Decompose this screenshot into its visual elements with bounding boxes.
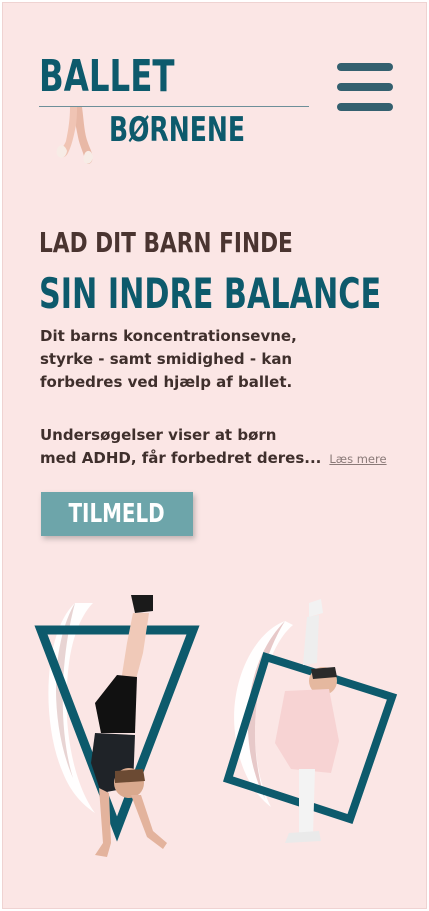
paragraph-line: Dit barns koncentrationsevne, — [40, 327, 297, 345]
logo-text-top: BALLET — [39, 51, 175, 102]
ballet-shoes-icon — [56, 107, 93, 164]
signup-button[interactable]: TILMELD — [41, 492, 193, 536]
read-more-link[interactable]: Læs mere — [329, 452, 386, 466]
logo[interactable]: BALLET BØRNENE — [39, 55, 319, 165]
paragraph-line: Undersøgelser viser at børn — [40, 426, 277, 444]
logo-text-bottom: BØRNENE — [109, 110, 246, 150]
menu-bar — [337, 63, 393, 71]
page: BALLET BØRNENE LAD DIT BARN FINDE SIN IN… — [2, 2, 427, 909]
menu-bar — [337, 103, 393, 111]
paragraph-line: forbedres ved hjælp af ballet. — [40, 373, 293, 391]
illustrations — [34, 595, 398, 857]
paragraph-line: med ADHD, får forbedret deres... — [40, 449, 322, 467]
hero-paragraph-2: Undersøgelser viser at børn med ADHD, få… — [40, 424, 387, 471]
hero-paragraph-1: Dit barns koncentrationsevne, styrke - s… — [40, 325, 297, 394]
ballerina-figure — [275, 599, 339, 843]
signup-button-label: TILMELD — [68, 499, 166, 529]
hamburger-menu-icon[interactable] — [337, 63, 393, 111]
paragraph-line: styrke - samt smidighed - kan — [40, 350, 293, 368]
hero-kicker: LAD DIT BARN FINDE — [39, 226, 293, 259]
menu-bar — [337, 83, 393, 91]
hero-title: SIN INDRE BALANCE — [39, 269, 382, 318]
